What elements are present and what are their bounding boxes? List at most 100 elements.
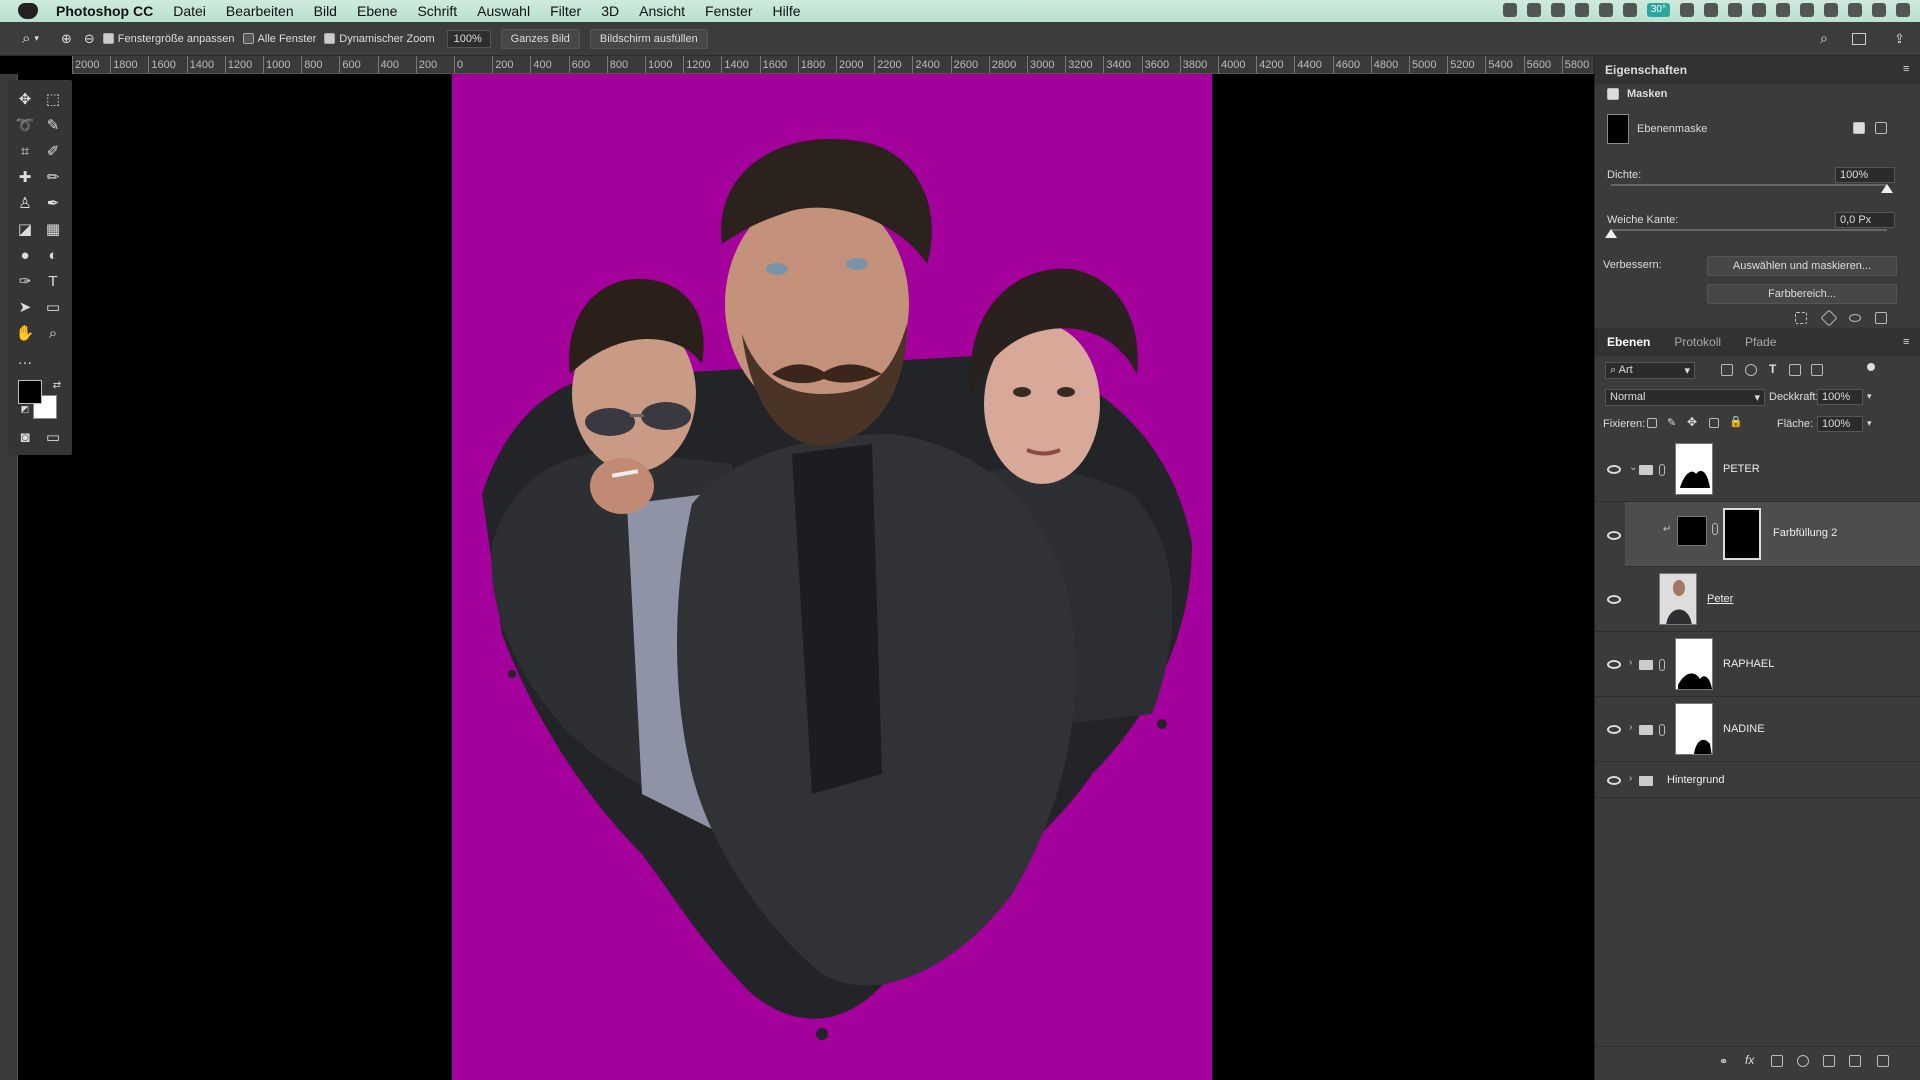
visibility-eye-icon[interactable] <box>1607 776 1621 785</box>
load-selection-icon[interactable] <box>1795 312 1807 324</box>
chat-icon[interactable] <box>1704 3 1718 17</box>
chevron-right-icon[interactable]: › <box>1629 722 1632 733</box>
menu-ansicht[interactable]: Ansicht <box>639 3 685 19</box>
bildschirm-ausfuellen-button[interactable]: Bildschirm ausfüllen <box>589 28 708 49</box>
menu-auswahl[interactable]: Auswahl <box>477 3 530 19</box>
filter-shape-icon[interactable] <box>1789 364 1801 376</box>
more-tools-icon[interactable]: … <box>14 348 36 370</box>
layer-mask-thumbnail[interactable] <box>1675 638 1713 690</box>
type-tool-icon[interactable]: T <box>42 270 64 292</box>
cloud-icon[interactable] <box>1574 3 1589 17</box>
rectangle-tool-icon[interactable]: ▭ <box>42 296 64 318</box>
adjustment-layer-icon[interactable] <box>1797 1055 1809 1067</box>
visibility-eye-icon[interactable] <box>1607 725 1621 734</box>
apply-mask-icon[interactable] <box>1820 309 1838 327</box>
menu-fenster[interactable]: Fenster <box>705 3 752 19</box>
panel-menu-icon[interactable]: ≡ <box>1903 63 1909 75</box>
eraser-tool-icon[interactable]: ◪ <box>14 218 36 240</box>
new-group-icon[interactable] <box>1823 1055 1835 1067</box>
link-layers-icon[interactable]: ⚭ <box>1719 1055 1728 1068</box>
layer-filter-select[interactable]: ⌕ Art ▾ <box>1605 362 1695 379</box>
ganzes-bild-button[interactable]: Ganzes Bild <box>500 28 580 49</box>
opacity-chevron-icon[interactable]: ▾ <box>1867 391 1872 402</box>
new-layer-icon[interactable] <box>1849 1055 1861 1067</box>
blur-tool-icon[interactable]: ● <box>14 244 36 266</box>
menu-datei[interactable]: Datei <box>173 3 206 19</box>
chevron-right-icon[interactable]: › <box>1629 657 1632 668</box>
lock-image-icon[interactable]: ✎ <box>1667 416 1676 429</box>
tab-protokoll[interactable]: Protokoll <box>1662 335 1733 349</box>
link-icon[interactable] <box>1712 523 1718 535</box>
apple-icon[interactable] <box>18 3 38 19</box>
pen-tool-icon[interactable]: ✑ <box>14 270 36 292</box>
brush-tool-icon[interactable]: ✏ <box>42 166 64 188</box>
menu-filter[interactable]: Filter <box>550 3 581 19</box>
fenstergroesse-checkbox[interactable]: Fenstergröße anpassen <box>102 33 235 45</box>
visibility-eye-icon[interactable] <box>1607 531 1621 540</box>
menu-ebene[interactable]: Ebene <box>357 3 397 19</box>
visibility-eye-icon[interactable] <box>1607 465 1621 474</box>
layer-row-nadine[interactable]: › NADINE <box>1595 697 1920 762</box>
menu-bearbeiten[interactable]: Bearbeiten <box>226 3 294 19</box>
move-tool-icon[interactable]: ✥ <box>14 88 36 110</box>
app-name-menu[interactable]: Photoshop CC <box>56 3 153 19</box>
bluetooth-icon[interactable] <box>1752 3 1766 17</box>
properties-panel-header[interactable]: Eigenschaften <box>1595 56 1920 84</box>
lock-all-icon[interactable]: 🔒 <box>1729 415 1743 428</box>
adobe-cc-icon[interactable] <box>1598 3 1613 17</box>
hand-tool-icon[interactable]: ✋ <box>14 322 36 344</box>
healing-tool-icon[interactable]: ✚ <box>14 166 36 188</box>
zoom-in-icon[interactable]: ⊕ <box>61 31 72 47</box>
battery-icon[interactable] <box>1824 3 1838 17</box>
marquee-tool-icon[interactable]: ⬚ <box>42 88 64 110</box>
visibility-eye-icon[interactable] <box>1607 660 1621 669</box>
delete-layer-icon[interactable] <box>1877 1055 1889 1067</box>
temperature-badge[interactable]: 30° <box>1646 3 1670 17</box>
visibility-eye-icon[interactable] <box>1607 595 1621 604</box>
vector-mask-icon[interactable] <box>1875 122 1887 134</box>
density-slider-thumb[interactable] <box>1881 184 1893 193</box>
blend-mode-select[interactable]: Normal ▾ <box>1605 389 1765 406</box>
swap-colors-icon[interactable]: ⇄ <box>46 374 68 396</box>
feather-slider[interactable] <box>1611 229 1887 231</box>
wifi-icon[interactable] <box>1776 3 1790 17</box>
path-select-tool-icon[interactable]: ➤ <box>14 296 36 318</box>
fill-mask-thumbnail[interactable] <box>1723 508 1761 560</box>
layer-mask-thumbnail[interactable] <box>1675 703 1713 755</box>
workspace-icon[interactable] <box>1852 32 1866 45</box>
zoom-tool-icon[interactable]: ⌕ <box>22 30 30 47</box>
spotlight-search-icon[interactable] <box>1848 3 1862 17</box>
pixel-mask-icon[interactable] <box>1853 122 1865 134</box>
opacity-field[interactable]: 100% <box>1817 389 1863 405</box>
filter-toggle-icon[interactable] <box>1867 363 1875 371</box>
eyedropper-tool-icon[interactable]: ✐ <box>42 140 64 162</box>
chevron-right-icon[interactable]: › <box>1629 773 1632 784</box>
smart-object-thumbnail[interactable] <box>1659 573 1697 625</box>
menu-schrift[interactable]: Schrift <box>417 3 457 19</box>
feather-slider-thumb[interactable] <box>1605 229 1617 238</box>
chevron-down-icon[interactable]: ⌄ <box>1629 462 1637 473</box>
record-icon[interactable] <box>1502 3 1517 17</box>
dynamischer-zoom-checkbox[interactable]: Dynamischer Zoom <box>324 33 435 45</box>
density-slider[interactable] <box>1611 184 1887 186</box>
layer-row-peter-group[interactable]: ⌄ PETER <box>1595 437 1920 502</box>
screen-mode-icon[interactable]: ▭ <box>42 426 64 448</box>
alle-fenster-checkbox[interactable]: Alle Fenster <box>242 33 316 45</box>
delete-mask-icon[interactable] <box>1875 312 1887 324</box>
layer-mask-thumbnail[interactable] <box>1675 443 1713 495</box>
layer-row-farbfuellung[interactable]: ↵ Farbfüllung 2 <box>1625 502 1920 567</box>
fill-layer-thumbnail[interactable] <box>1677 516 1707 546</box>
zoom-tool-icon[interactable]: ⌕ <box>42 322 64 344</box>
filter-pixel-icon[interactable] <box>1721 364 1733 376</box>
stamp-tool-icon[interactable]: ♙ <box>14 192 36 214</box>
select-and-mask-button[interactable]: Auswählen und maskieren... <box>1707 256 1897 276</box>
layer-row-hintergrund[interactable]: › Hintergrund <box>1595 762 1920 798</box>
chevron-down-icon[interactable]: ▾ <box>34 33 39 44</box>
quick-mask-icon[interactable]: ◙ <box>14 426 36 448</box>
zoom-out-icon[interactable]: ⊖ <box>84 31 95 47</box>
share-icon[interactable]: ⇪ <box>1894 31 1905 47</box>
filter-smart-object-icon[interactable] <box>1811 364 1823 376</box>
quick-select-tool-icon[interactable]: ✎ <box>42 114 64 136</box>
feather-field[interactable]: 0,0 Px <box>1835 212 1895 228</box>
airplay-icon[interactable] <box>1800 3 1814 17</box>
